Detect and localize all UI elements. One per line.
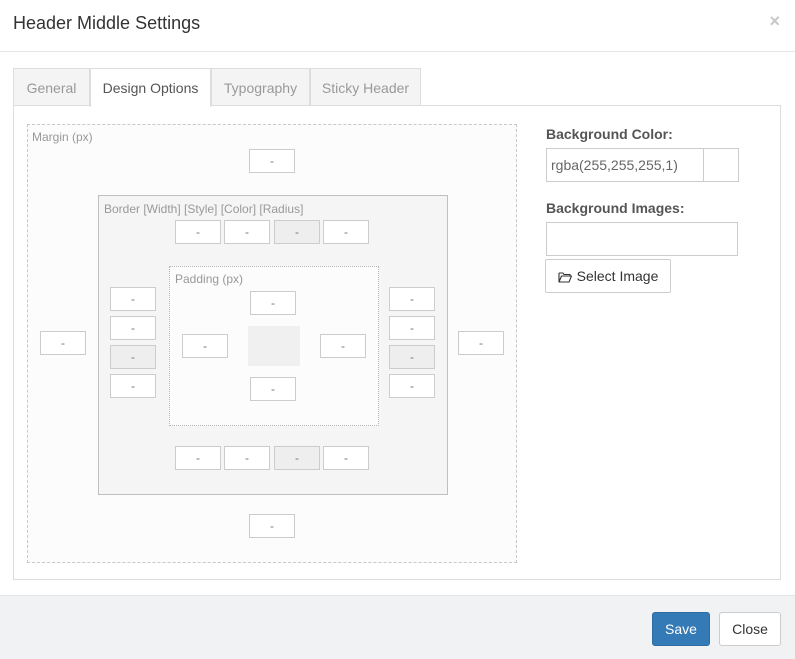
select-image-label: Select Image [576, 268, 659, 284]
border-left-radius-input[interactable] [110, 374, 156, 398]
border-top-style-input[interactable] [224, 220, 270, 244]
margin-left-input[interactable] [40, 331, 86, 355]
border-right-width-input[interactable] [389, 287, 435, 311]
border-left-width-input[interactable] [110, 287, 156, 311]
tab-general[interactable]: General [13, 68, 90, 106]
margin-bottom-input[interactable] [249, 514, 295, 538]
border-right-radius-input[interactable] [389, 374, 435, 398]
margin-box: Margin (px) Border [Width] [Style] [Colo… [27, 124, 517, 563]
padding-top-input[interactable] [250, 291, 296, 315]
margin-top-input[interactable] [249, 149, 295, 173]
background-images-label: Background Images: [546, 200, 685, 216]
border-label: Border [Width] [Style] [Color] [Radius] [104, 202, 304, 216]
border-bottom-color-input[interactable] [274, 446, 320, 470]
border-bottom-style-input[interactable] [224, 446, 270, 470]
modal-footer: Save Close [0, 595, 795, 659]
border-right-color-input[interactable] [389, 345, 435, 369]
padding-left-input[interactable] [182, 334, 228, 358]
tab-design-options[interactable]: Design Options [90, 68, 211, 107]
border-top-radius-input[interactable] [323, 220, 369, 244]
margin-right-input[interactable] [458, 331, 504, 355]
margin-label: Margin (px) [32, 130, 93, 144]
padding-right-input[interactable] [320, 334, 366, 358]
tab-sticky-header[interactable]: Sticky Header [310, 68, 421, 106]
close-icon[interactable]: × [769, 11, 780, 32]
border-top-width-input[interactable] [175, 220, 221, 244]
design-options-panel: Margin (px) Border [Width] [Style] [Colo… [13, 105, 781, 580]
content-box [248, 326, 300, 366]
padding-box: Padding (px) [169, 266, 379, 426]
select-image-button[interactable]: Select Image [545, 259, 671, 293]
modal-title: Header Middle Settings [13, 13, 201, 33]
close-button[interactable]: Close [719, 612, 781, 646]
border-bottom-radius-input[interactable] [323, 446, 369, 470]
folder-open-icon [558, 270, 572, 283]
tab-typography[interactable]: Typography [211, 68, 310, 106]
border-box: Border [Width] [Style] [Color] [Radius] … [98, 195, 448, 495]
save-button[interactable]: Save [652, 612, 710, 646]
modal-header: Header Middle Settings × [0, 0, 795, 52]
padding-bottom-input[interactable] [250, 377, 296, 401]
border-top-color-input[interactable] [274, 220, 320, 244]
background-color-label: Background Color: [546, 126, 673, 142]
border-left-color-input[interactable] [110, 345, 156, 369]
background-images-input[interactable] [546, 222, 738, 256]
border-left-style-input[interactable] [110, 316, 156, 340]
padding-label: Padding (px) [175, 272, 244, 286]
border-bottom-width-input[interactable] [175, 446, 221, 470]
border-right-style-input[interactable] [389, 316, 435, 340]
color-picker-swatch[interactable] [703, 148, 739, 182]
background-color-input[interactable] [546, 148, 704, 182]
